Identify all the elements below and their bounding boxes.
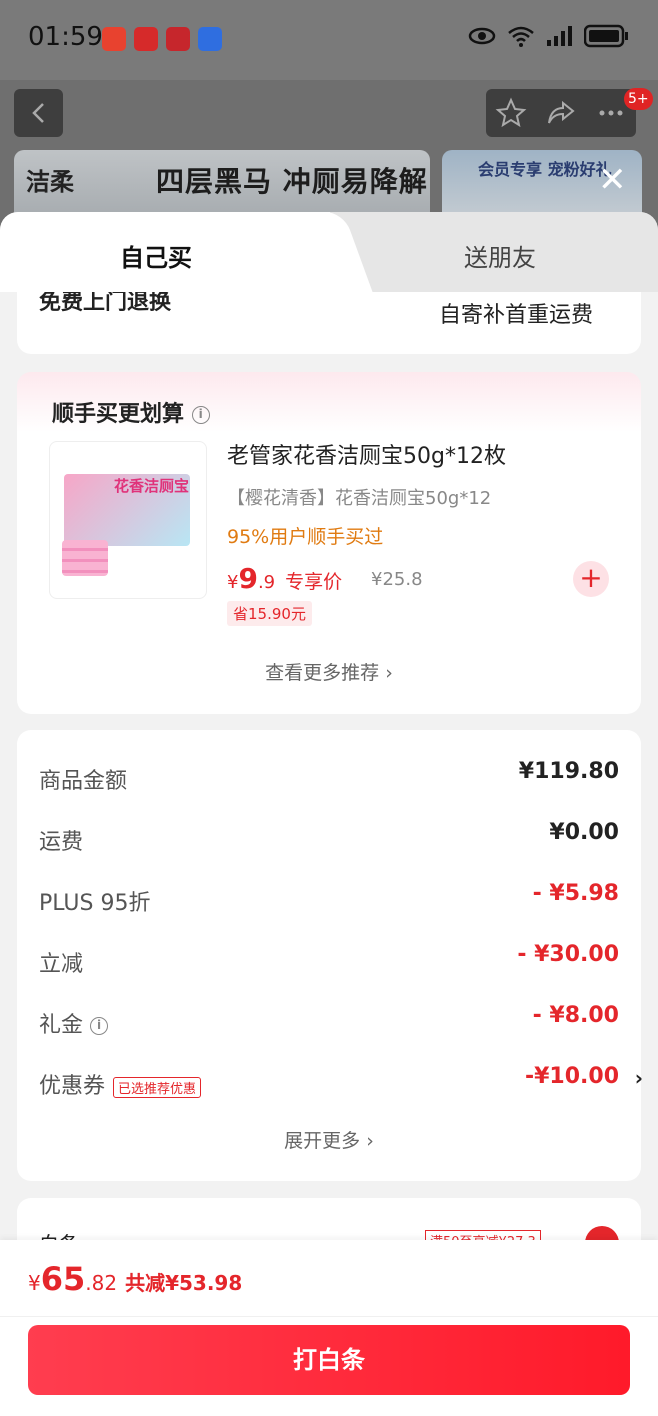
- status-indicators: [468, 24, 630, 48]
- more-recommend-link[interactable]: 查看更多推荐 ›: [17, 658, 641, 685]
- price-int: 9: [238, 562, 258, 595]
- total-dec: .82: [85, 1271, 118, 1295]
- summary-value: ¥119.80: [518, 759, 619, 784]
- app-icon: [134, 27, 158, 51]
- close-icon[interactable]: ✕: [598, 160, 627, 200]
- summary-label: 优惠券 已选推荐优惠: [39, 1068, 202, 1100]
- nav-actions: [486, 89, 636, 137]
- star-icon[interactable]: [495, 97, 527, 129]
- total-price: ¥65.82 共减¥53.98: [28, 1260, 242, 1298]
- product-title[interactable]: 老管家花香洁厕宝50g*12枚: [227, 438, 506, 470]
- original-price: ¥25.8: [371, 569, 423, 590]
- coupon-label: 优惠券: [39, 1074, 106, 1099]
- summary-value: - ¥8.00: [532, 1003, 619, 1028]
- product-price: ¥9.9 专享价: [227, 562, 342, 595]
- checkout-footer: ¥65.82 共减¥53.98 打白条: [0, 1240, 658, 1416]
- product-box: 花香洁厕宝: [64, 474, 190, 546]
- app-icon: [198, 27, 222, 51]
- summary-row-gift: 礼金 i - ¥8.00: [39, 1003, 619, 1047]
- signal-icon: [547, 26, 572, 46]
- price-summary-card: 商品金额 ¥119.80 运费 ¥0.00 PLUS 95折 - ¥5.98 立…: [17, 730, 643, 1181]
- total-saved: 共减¥53.98: [125, 1271, 243, 1295]
- product-image[interactable]: 花香洁厕宝: [49, 441, 207, 599]
- back-button[interactable]: [14, 89, 63, 137]
- shipping-note: 自寄补首重运费: [438, 303, 593, 328]
- product-image-text: 花香洁厕宝: [114, 477, 190, 495]
- product-spec: 【樱花清香】花香洁厕宝50g*12: [227, 488, 492, 509]
- wifi-icon: [508, 26, 534, 47]
- recommend-heading-text: 顺手买更划算: [52, 402, 185, 427]
- summary-row-discount: 立减 - ¥30.00: [39, 942, 619, 986]
- banner-logo: 洁柔: [26, 168, 74, 196]
- app-icon: [102, 27, 126, 51]
- add-item-button[interactable]: +: [573, 561, 609, 597]
- eye-icon: [468, 27, 496, 45]
- summary-row-subtotal: 商品金额 ¥119.80: [39, 759, 619, 803]
- summary-value: ¥0.00: [549, 820, 619, 845]
- total-currency: ¥: [28, 1271, 41, 1295]
- product-cakes: [62, 540, 108, 576]
- banner-slogan: 四层黑马 冲厕易降解: [156, 165, 428, 198]
- price-tag: 专享价: [285, 571, 343, 593]
- status-app-icons: [102, 27, 222, 51]
- info-icon[interactable]: i: [90, 1017, 109, 1035]
- chevron-right-icon[interactable]: ›: [635, 1066, 643, 1090]
- summary-label: 礼金 i: [39, 1007, 109, 1039]
- tab-send-friend[interactable]: 送朋友: [464, 238, 536, 273]
- summary-row-plus: PLUS 95折 - ¥5.98: [39, 881, 619, 925]
- price-dec: .9: [257, 572, 276, 593]
- status-bar: 01:59: [0, 0, 658, 80]
- status-time: 01:59: [28, 22, 103, 52]
- summary-value: - ¥5.98: [532, 881, 619, 906]
- summary-label: PLUS 95折: [39, 891, 151, 916]
- summary-row-coupon[interactable]: 优惠券 已选推荐优惠 -¥10.00 ›: [39, 1064, 643, 1108]
- chevron-left-icon: [31, 103, 44, 123]
- pay-button[interactable]: 打白条: [28, 1325, 630, 1395]
- notification-badge: 5+: [624, 88, 653, 110]
- product-bought-rate: 95%用户顺手买过: [227, 526, 384, 548]
- tab-buy-self-label[interactable]: 自己买: [120, 238, 192, 273]
- more-icon[interactable]: [595, 97, 627, 129]
- recommend-heading: 顺手买更划算 i: [52, 396, 210, 428]
- summary-label: 运费: [39, 830, 84, 855]
- gift-label: 礼金: [39, 1013, 84, 1038]
- battery-icon: [584, 24, 628, 48]
- recommend-card: 顺手买更划算 i 花香洁厕宝 老管家花香洁厕宝50g*12枚 【樱花清香】花香洁…: [17, 372, 641, 714]
- tab-bar: 自己买 送朋友: [0, 212, 658, 292]
- expand-more-link[interactable]: 展开更多 ›: [17, 1126, 641, 1153]
- info-icon[interactable]: i: [191, 406, 210, 424]
- divider: [0, 1316, 658, 1317]
- save-badge: 省15.90元: [227, 601, 312, 626]
- return-shipping-card: 免费上门退换 自寄补首重运费: [17, 292, 641, 354]
- share-icon[interactable]: [545, 97, 577, 129]
- app-icon: [166, 27, 190, 51]
- total-int: 65: [40, 1260, 86, 1298]
- summary-value: -¥10.00: [524, 1064, 619, 1089]
- summary-value: - ¥30.00: [517, 942, 619, 967]
- summary-row-shipping: 运费 ¥0.00: [39, 820, 619, 864]
- price-currency: ¥: [227, 572, 239, 593]
- coupon-tag: 已选推荐优惠: [113, 1076, 202, 1098]
- checkout-sheet: 自己买 送朋友 免费上门退换 自寄补首重运费 顺手买更划算 i 花香洁厕宝 老管…: [0, 212, 658, 1416]
- summary-label: 商品金额: [39, 769, 128, 794]
- member-banner-title: 会员专享 宠粉好礼: [478, 160, 612, 179]
- summary-label: 立减: [39, 952, 84, 977]
